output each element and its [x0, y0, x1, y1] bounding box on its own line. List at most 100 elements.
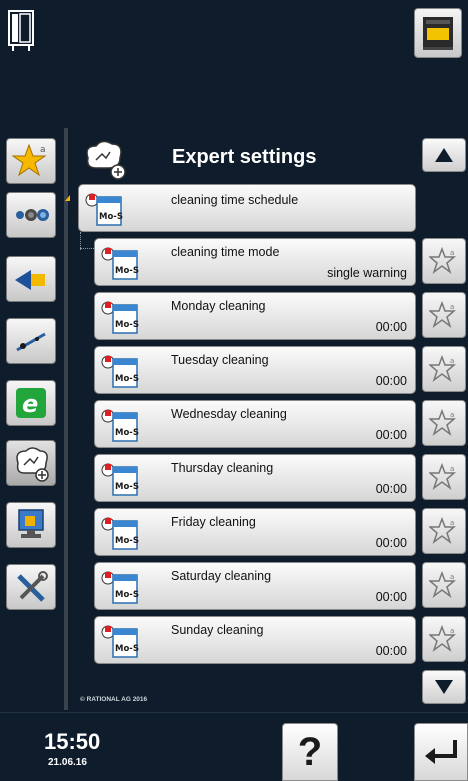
row-label: cleaning time mode	[171, 245, 280, 259]
calendar-label: Mo-So	[115, 266, 139, 276]
add-favorite-button[interactable]: a	[422, 508, 466, 554]
calendar-label: Mo-So	[99, 212, 123, 222]
svg-text:e: e	[22, 390, 38, 418]
expert-settings-icon	[86, 140, 126, 180]
nav-expert-settings-button[interactable]	[6, 440, 56, 486]
add-favorite-button[interactable]: a	[422, 616, 466, 662]
svg-text:a: a	[450, 519, 454, 527]
star-outline-icon: a	[429, 570, 457, 599]
haccp-icon	[15, 270, 45, 290]
calendar-cleaning-icon: Mo-So	[101, 625, 139, 658]
row-label: cleaning time schedule	[171, 193, 299, 207]
nav-efficiency-button[interactable]: e	[6, 380, 56, 426]
row-value: 00:00	[375, 320, 407, 334]
oven-icon	[423, 17, 453, 50]
settings-row[interactable]: Mo-So Friday cleaning 00:00	[94, 508, 416, 556]
cooking-modes-icon	[16, 209, 49, 221]
row-label: Friday cleaning	[171, 515, 256, 529]
tree-connector	[80, 248, 94, 249]
nav-tools-button[interactable]	[6, 564, 56, 610]
page-title: Expert settings	[172, 146, 317, 168]
star-outline-icon: a	[429, 246, 457, 275]
tools-icon	[17, 571, 48, 602]
calendar-cleaning-icon: Mo-So	[101, 355, 139, 388]
network-icon	[18, 509, 44, 538]
calendar-cleaning-icon: Mo-So	[101, 571, 139, 604]
svg-text:a: a	[450, 627, 454, 635]
settings-row[interactable]: Mo-So Tuesday cleaning 00:00	[94, 346, 416, 394]
svg-text:a: a	[40, 145, 46, 155]
divider	[64, 128, 68, 710]
scroll-up-button[interactable]	[422, 138, 466, 172]
row-label: Saturday cleaning	[171, 569, 272, 583]
settings-row[interactable]: Mo-So Thursday cleaning 00:00	[94, 454, 416, 502]
settings-row[interactable]: Mo-So cleaning time mode single warning	[94, 238, 416, 286]
calendar-label: Mo-So	[115, 320, 139, 330]
calendar-label: Mo-So	[115, 482, 139, 492]
star-outline-icon: a	[429, 408, 457, 437]
svg-text:a: a	[450, 411, 454, 419]
row-value: single warning	[327, 266, 407, 280]
row-label: Tuesday cleaning	[171, 353, 269, 367]
scroll-down-button[interactable]	[422, 670, 466, 704]
calendar-cleaning-icon: Mo-So	[101, 517, 139, 550]
settings-panel: Expert settings Mo-So cleaning time sched…	[70, 128, 468, 710]
copyright-text: © RATIONAL AG 2016	[80, 696, 148, 703]
add-favorite-button[interactable]: a	[422, 238, 466, 284]
calendar-label: Mo-So	[115, 536, 139, 546]
help-button[interactable]: ?	[282, 723, 338, 781]
calendar-label: Mo-So	[115, 644, 139, 654]
calendar-cleaning-icon: Mo-So	[101, 409, 139, 442]
row-label: Thursday cleaning	[171, 461, 274, 475]
nav-service-button[interactable]	[6, 318, 56, 364]
row-value: 00:00	[375, 428, 407, 442]
efficiency-icon: e	[16, 388, 46, 418]
combi-steamer-icon[interactable]	[8, 10, 34, 52]
arrow-up-icon	[435, 148, 453, 162]
clock-time: 15:50	[44, 729, 101, 754]
back-button[interactable]	[414, 723, 468, 781]
clock-date: 21.06.16	[48, 757, 87, 768]
nav-cooking-button[interactable]	[6, 192, 56, 238]
add-favorite-button[interactable]: a	[422, 292, 466, 338]
row-value: 00:00	[375, 374, 407, 388]
svg-text:a: a	[450, 465, 454, 473]
add-favorite-button[interactable]: a	[422, 562, 466, 608]
service-icon	[16, 332, 46, 352]
add-favorite-button[interactable]: a	[422, 400, 466, 446]
row-value: 00:00	[375, 536, 407, 550]
calendar-cleaning-icon: Mo-So	[101, 463, 139, 496]
nav-favorites-button[interactable]: a	[6, 138, 56, 184]
calendar-cleaning-icon: Mo-So	[85, 193, 123, 226]
star-favorites-icon: a	[11, 143, 47, 177]
arrow-down-icon	[435, 680, 453, 694]
back-arrow-icon	[425, 740, 457, 764]
svg-text:a: a	[450, 303, 454, 311]
star-outline-icon: a	[429, 516, 457, 545]
calendar-cleaning-icon: Mo-So	[101, 301, 139, 334]
nav-network-button[interactable]	[6, 502, 56, 548]
row-value: 00:00	[375, 590, 407, 604]
row-label: Wednesday cleaning	[171, 407, 287, 421]
nav-haccp-button[interactable]	[6, 256, 56, 302]
row-value: 00:00	[375, 482, 407, 496]
row-label: Monday cleaning	[171, 299, 266, 313]
star-outline-icon: a	[429, 300, 457, 329]
settings-row[interactable]: Mo-So cleaning time schedule	[78, 184, 416, 232]
settings-row[interactable]: Mo-So Saturday cleaning 00:00	[94, 562, 416, 610]
settings-row[interactable]: Mo-So Wednesday cleaning 00:00	[94, 400, 416, 448]
add-favorite-button[interactable]: a	[422, 346, 466, 392]
settings-row[interactable]: Mo-So Sunday cleaning 00:00	[94, 616, 416, 664]
calendar-label: Mo-So	[115, 590, 139, 600]
oven-button[interactable]	[414, 8, 462, 58]
svg-text:a: a	[450, 249, 454, 257]
svg-text:a: a	[450, 573, 454, 581]
row-value: 00:00	[375, 644, 407, 658]
star-outline-icon: a	[429, 624, 457, 653]
bottom-bar: 15:50 21.06.16 ?	[0, 712, 468, 781]
settings-row[interactable]: Mo-So Monday cleaning 00:00	[94, 292, 416, 340]
calendar-label: Mo-So	[115, 428, 139, 438]
calendar-label: Mo-So	[115, 374, 139, 384]
add-favorite-button[interactable]: a	[422, 454, 466, 500]
row-label: Sunday cleaning	[171, 623, 264, 637]
